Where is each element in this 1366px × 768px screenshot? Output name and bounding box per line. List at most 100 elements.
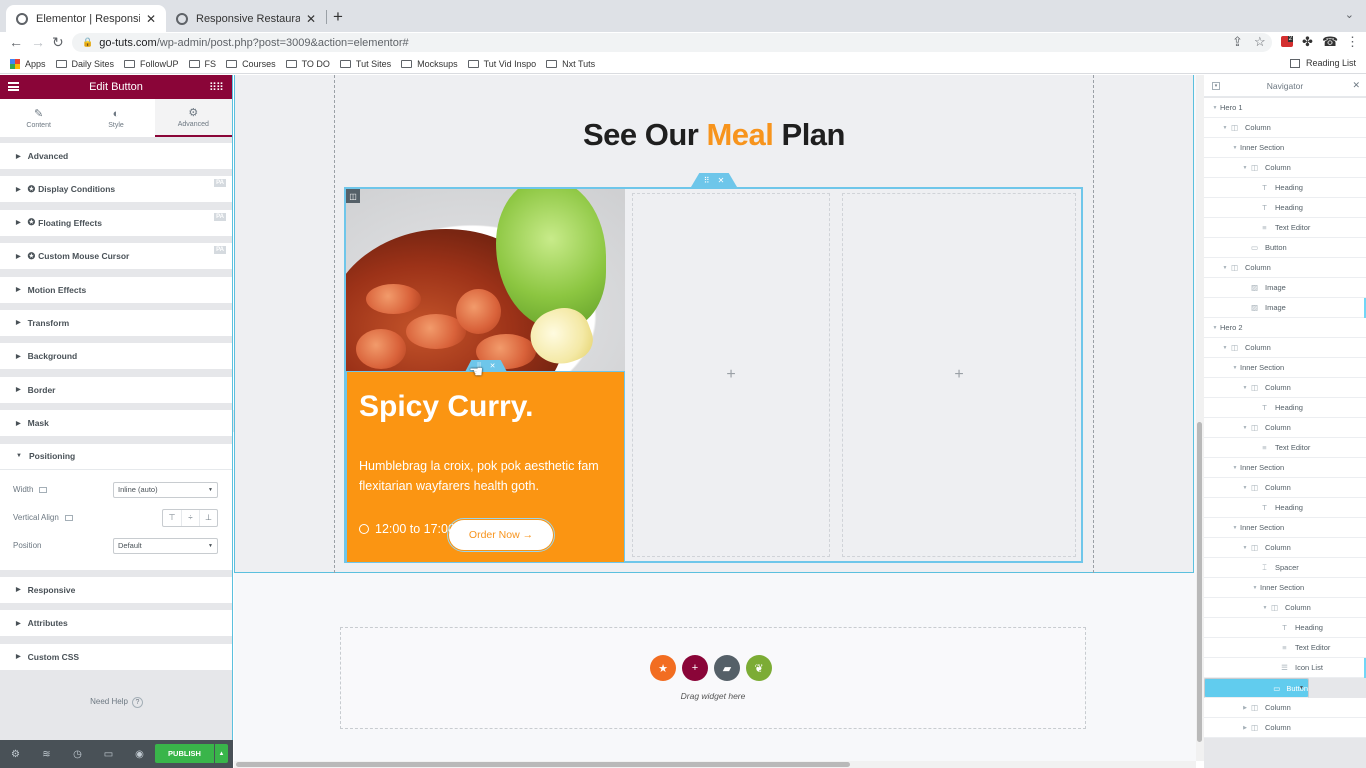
responsive-mode-icon[interactable]: ▭ — [93, 749, 124, 760]
navigator-item[interactable]: ▨ Image — [1204, 278, 1366, 298]
navigator-item[interactable]: ☰ Icon List — [1204, 658, 1366, 678]
dish-description[interactable]: Humblebrag la croix, pok pok aesthetic f… — [359, 457, 609, 496]
navigator-item[interactable]: ▼ ◫ Column — [1204, 338, 1366, 358]
caret-right-icon[interactable]: ▶ — [1240, 725, 1250, 731]
navigator-item[interactable]: ▭ Button — [1204, 678, 1309, 698]
add-widget-plus-icon[interactable]: + — [726, 366, 735, 384]
navigator-item[interactable]: ▼ ◫ Column — [1204, 258, 1366, 278]
navigator-item[interactable]: ≡ Text Editor — [1204, 638, 1366, 658]
food-image[interactable]: ◫ — [346, 189, 625, 371]
meal-card-column[interactable]: ◫ ⠿ ✕ Spicy Curry. Humblebrag la croix, p… — [346, 189, 625, 563]
section-display-conditions[interactable]: ▶ ✪ Display Conditions PA — [0, 176, 232, 203]
caret-down-icon[interactable]: ▼ — [1230, 525, 1240, 531]
column-edit-icon[interactable]: ◫ — [346, 189, 360, 203]
forward-icon[interactable]: → — [31, 34, 45, 50]
navigator-item[interactable]: T Heading — [1204, 618, 1366, 638]
bookmark-folder[interactable]: Tut Vid Inspo — [467, 59, 536, 69]
add-section-plus-icon[interactable]: + — [682, 655, 708, 681]
delete-widget-icon[interactable]: ✕ — [490, 362, 496, 370]
section-positioning[interactable]: ▼ Positioning — [0, 443, 232, 470]
back-icon[interactable]: ← — [9, 34, 23, 50]
reload-icon[interactable]: ↻ — [52, 34, 64, 51]
bookmark-folder[interactable]: FS — [188, 59, 216, 69]
meal-card-content[interactable]: ⠿ ✕ Spicy Curry. Humblebrag la croix, pok… — [346, 360, 625, 563]
caret-down-icon[interactable]: ▼ — [1250, 585, 1260, 591]
publish-button[interactable]: PUBLISH — [155, 744, 214, 763]
bookmark-folder[interactable]: Daily Sites — [55, 59, 114, 69]
width-select[interactable]: Inline (auto) — [113, 481, 218, 498]
profile-extension-icon[interactable]: ☎ — [1322, 34, 1338, 50]
navigator-item[interactable]: ▼ Hero 2 — [1204, 318, 1366, 338]
navigator-item[interactable]: ▶ ◫ Column — [1204, 718, 1366, 738]
navigator-item[interactable]: ▼ Hero 1 — [1204, 98, 1366, 118]
caret-down-icon[interactable]: ▼ — [1220, 345, 1230, 351]
empty-column[interactable]: + — [842, 193, 1076, 557]
navigator-item[interactable]: T Heading — [1204, 498, 1366, 518]
caret-down-icon[interactable]: ▼ — [1260, 605, 1270, 611]
section-advanced[interactable]: ▶ Advanced — [0, 143, 232, 169]
tab-style[interactable]: ◐ Style — [77, 99, 154, 137]
tab-landing[interactable]: Responsive Restaurant Landin ✕ — [166, 5, 326, 32]
navigator-item[interactable]: T Heading — [1204, 198, 1366, 218]
section-transform[interactable]: ▶ Transform — [0, 309, 232, 336]
caret-down-icon[interactable]: ▼ — [1240, 485, 1250, 491]
caret-down-icon[interactable]: ▼ — [1240, 425, 1250, 431]
navigator-item[interactable]: T Heading — [1204, 178, 1366, 198]
share-icon[interactable]: ⇪ — [1232, 34, 1243, 50]
settings-gear-icon[interactable]: ⚙ — [0, 749, 31, 760]
section-floating-effects[interactable]: ▶ ✪ Floating Effects PA — [0, 209, 232, 236]
caret-down-icon[interactable]: ▼ — [1230, 365, 1240, 371]
navigator-item[interactable]: ≡ Text Editor — [1204, 438, 1366, 458]
navigator-item[interactable]: T Heading — [1204, 398, 1366, 418]
delete-section-icon[interactable]: ✕ — [718, 176, 725, 185]
section-border[interactable]: ▶ Border — [0, 376, 232, 403]
bookmark-folder[interactable]: FollowUP — [124, 59, 179, 69]
empty-column[interactable]: + — [632, 193, 830, 557]
section-custom-css[interactable]: ▶ Custom CSS — [0, 643, 232, 670]
bookmark-folder[interactable]: TO DO — [285, 59, 330, 69]
bookmark-folder[interactable]: Mocksups — [401, 59, 458, 69]
tab-content[interactable]: ✎ Content — [0, 99, 77, 137]
navigator-item[interactable]: ▼ Inner Section — [1204, 578, 1366, 598]
scrollbar-thumb[interactable] — [1197, 422, 1202, 742]
section-mask[interactable]: ▶ Mask — [0, 410, 232, 437]
navigator-item[interactable]: ▼ ◫ Column — [1204, 378, 1366, 398]
publish-options-caret-icon[interactable]: ▲ — [215, 744, 228, 763]
navigator-item[interactable]: ▼ ◫ Column — [1204, 418, 1366, 438]
inner-section[interactable]: ◫ ⠿ ✕ Spicy Curry. Humblebrag la croix, p… — [344, 187, 1083, 563]
tab-advanced[interactable]: ⚙ Advanced — [154, 99, 232, 137]
bookmark-folder[interactable]: Nxt Tuts — [546, 59, 595, 69]
history-icon[interactable]: ◷ — [62, 749, 93, 760]
navigator-item[interactable]: ▼ Inner Section — [1204, 358, 1366, 378]
hamburger-menu-icon[interactable] — [8, 82, 19, 91]
need-help-link[interactable]: Need Help? — [0, 697, 233, 708]
align-middle-icon[interactable]: ÷ — [181, 509, 199, 526]
collapse-all-icon[interactable]: ▾ — [1212, 82, 1220, 90]
caret-down-icon[interactable]: ▼ — [1240, 545, 1250, 551]
bookmark-star-icon[interactable]: ☆ — [1254, 34, 1266, 50]
navigator-item[interactable]: ≡ Text Editor — [1204, 218, 1366, 238]
navigator-item[interactable]: ▼ ◫ Column — [1204, 478, 1366, 498]
navigator-item[interactable]: ▶ ◫ Column — [1204, 698, 1366, 718]
preview-eye-icon[interactable]: ◉ — [124, 749, 155, 760]
template-library-folder-icon[interactable]: ▰ — [714, 655, 740, 681]
canvas-horizontal-scrollbar[interactable] — [234, 761, 1196, 768]
widgets-grid-icon[interactable]: ⠿⠿ — [209, 81, 224, 94]
templates-star-icon[interactable]: ★ — [650, 655, 676, 681]
navigator-item[interactable]: ▼ ◫ Column — [1204, 598, 1366, 618]
navigator-item[interactable]: ▼ Inner Section — [1204, 458, 1366, 478]
navigator-item[interactable]: ▼ Inner Section — [1204, 138, 1366, 158]
tab-elementor[interactable]: Elementor | Responsive Restau ✕ — [6, 5, 166, 32]
extensions-puzzle-icon[interactable]: ✤ — [1302, 34, 1313, 50]
new-tab-button[interactable]: + — [333, 7, 343, 27]
responsive-desktop-icon[interactable] — [39, 486, 48, 493]
add-section-dropzone[interactable]: ★ + ▰ ❦ Drag widget here — [340, 627, 1086, 729]
navigator-item[interactable]: ▭ Button — [1204, 238, 1366, 258]
close-tab-icon[interactable]: ✕ — [306, 12, 316, 26]
add-widget-plus-icon[interactable]: + — [954, 366, 963, 384]
section-background[interactable]: ▶ Background — [0, 343, 232, 370]
bookmark-apps[interactable]: Apps — [10, 58, 46, 69]
close-navigator-icon[interactable]: ✕ — [1352, 80, 1360, 91]
dish-title[interactable]: Spicy Curry. — [359, 390, 534, 424]
section-custom-mouse-cursor[interactable]: ▶ ✪ Custom Mouse Cursor PA — [0, 243, 232, 270]
